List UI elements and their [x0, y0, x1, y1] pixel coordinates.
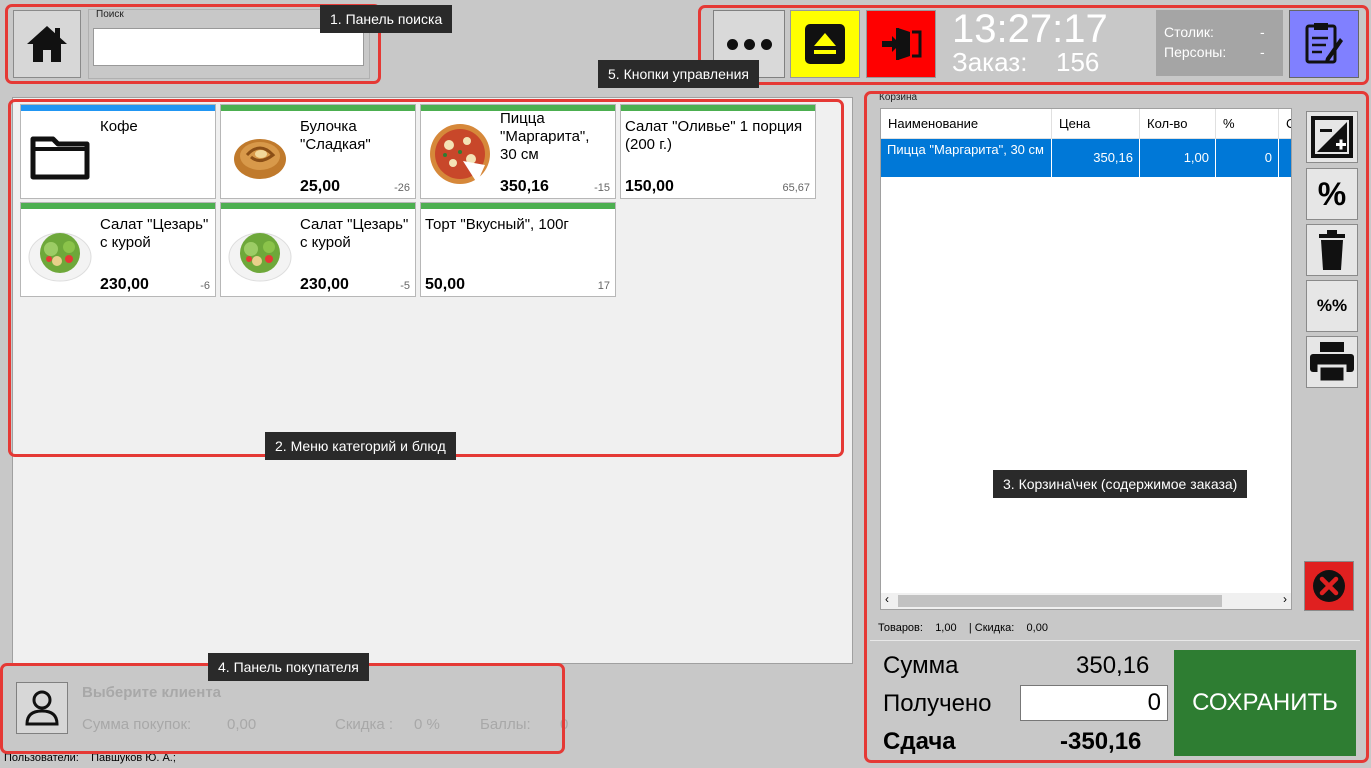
callout-menu: 2. Меню категорий и блюд: [265, 432, 456, 460]
callout-customer-panel: 4. Панель покупателя: [208, 653, 369, 681]
cart-frame: [864, 91, 1369, 763]
callout-control-buttons: 5. Кнопки управления: [598, 60, 760, 88]
menu-frame: [8, 99, 844, 457]
callout-search-panel: 1. Панель поиска: [320, 5, 453, 33]
callout-cart: 3. Корзина\чек (содержимое заказа): [993, 470, 1248, 498]
control-buttons-frame: [698, 5, 1369, 85]
